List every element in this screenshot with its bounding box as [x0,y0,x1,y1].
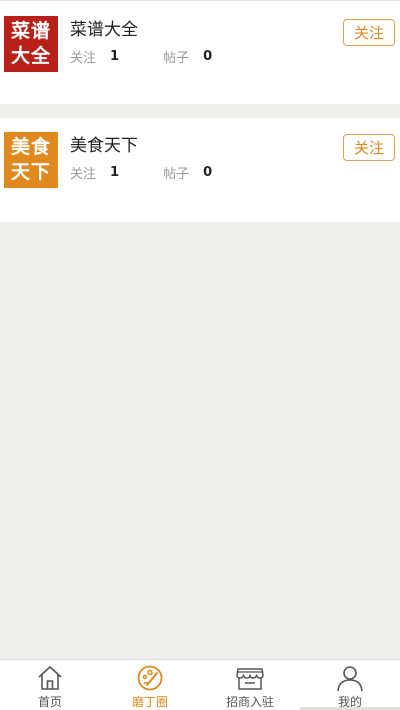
followers-label: 关注 [70,167,97,182]
forum-logo-text: 菜谱 [10,20,51,42]
forum-card[interactable]: 美食 天下 美食天下 关注 1 帖子 0 关注 [0,118,400,222]
forum-name[interactable]: 美食天下 [70,131,138,156]
forum-logo: 菜谱 大全 [4,16,58,72]
tab-merchant[interactable]: 招商入驻 [200,660,300,710]
forum-stats: 关注 1 帖子 0 [70,47,212,66]
posts-count: 0 [203,49,213,64]
home-icon [35,664,65,692]
tab-profile[interactable]: 我的 [300,660,400,710]
forum-logo-text: 美食 [10,136,51,158]
forum-name[interactable]: 菜谱大全 [70,15,138,40]
user-icon [335,664,365,692]
tab-home[interactable]: 首页 [0,660,100,710]
forum-card[interactable]: 菜谱 大全 菜谱大全 关注 1 帖子 0 关注 [0,1,400,104]
forum-stats: 关注 1 帖子 0 [70,163,212,182]
tab-label: 磨丁圈 [131,695,168,709]
followers-count: 1 [110,165,120,180]
followers-count: 1 [110,49,120,64]
tab-label: 首页 [37,695,62,709]
forum-logo-text: 大全 [10,45,51,67]
palette-icon [135,664,165,692]
bottom-tab-bar: 首页 磨丁圈 招商入驻 我的 [0,659,400,710]
follow-button[interactable]: 关注 [343,19,395,46]
posts-label: 帖子 [163,167,190,182]
forum-logo-text: 天下 [10,161,51,183]
forum-logo: 美食 天下 [4,132,58,188]
tab-circle[interactable]: 磨丁圈 [100,660,200,710]
followers-label: 关注 [70,51,97,66]
storefront-icon [235,664,265,692]
tab-label: 招商入驻 [225,695,274,709]
follow-button[interactable]: 关注 [343,134,395,161]
posts-count: 0 [203,165,213,180]
posts-label: 帖子 [163,51,190,66]
